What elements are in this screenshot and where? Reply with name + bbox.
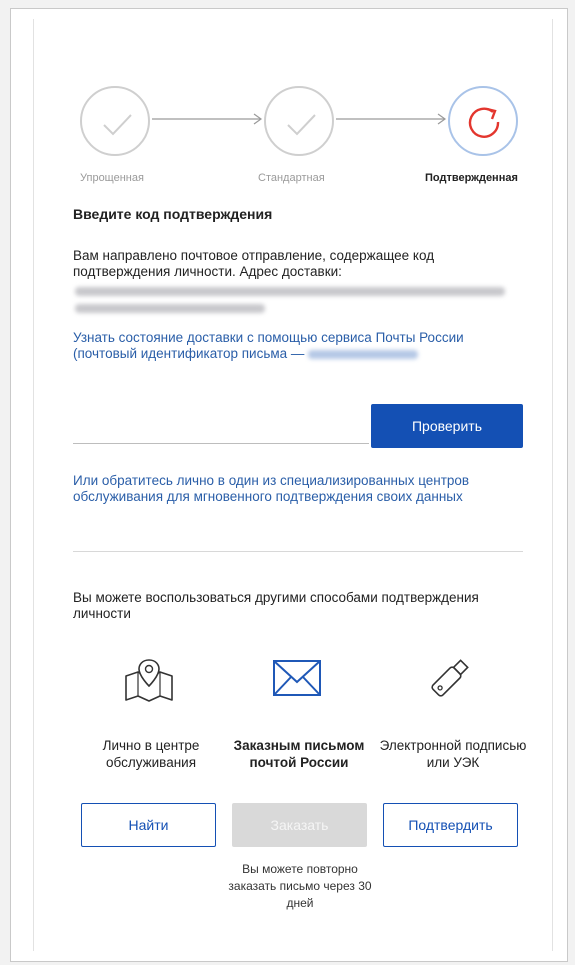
redacted-address [75,287,505,296]
step-arrow-icon [152,113,263,125]
step-3-label: Подтвержденная [425,172,518,184]
tracking-link[interactable]: Узнать состояние доставки с помощью серв… [73,330,493,362]
step-1-done-icon [80,86,150,156]
step-2-label: Стандартная [258,172,325,184]
reorder-note: Вы можете повторно заказать письмо через… [228,862,372,910]
envelope-icon [273,660,321,696]
step-2-done-icon [264,86,334,156]
confirmation-code-input[interactable] [73,404,369,444]
method-service-center-label: Лично в центре обслуживания [102,738,200,770]
order-letter-button[interactable]: Заказать [232,803,367,847]
page-title: Введите код подтверждения [73,206,273,222]
method-registered-mail-label: Заказным письмом почтой России [233,738,365,770]
step-3-refresh-icon [448,86,518,156]
step-arrow-icon [336,113,447,125]
usb-key-icon [431,659,469,697]
section-divider [73,551,523,552]
find-center-button[interactable]: Найти [81,803,216,847]
check-code-button[interactable]: Проверить [371,404,523,448]
step-1-label: Упрощенная [80,172,144,184]
map-icon [125,659,173,702]
delivery-description: Вам направлено почтовое отправление, сод… [73,248,435,279]
other-methods-intro: Вы можете воспользоваться другими способ… [73,590,479,621]
service-center-link[interactable]: Или обратитесь лично в один из специализ… [73,473,513,505]
method-e-signature-label: Электронной подписью или УЭК [379,738,527,770]
confirm-signature-button[interactable]: Подтвердить [383,803,518,847]
redacted-tracking-id[interactable] [308,349,419,359]
redacted-address [75,304,265,313]
